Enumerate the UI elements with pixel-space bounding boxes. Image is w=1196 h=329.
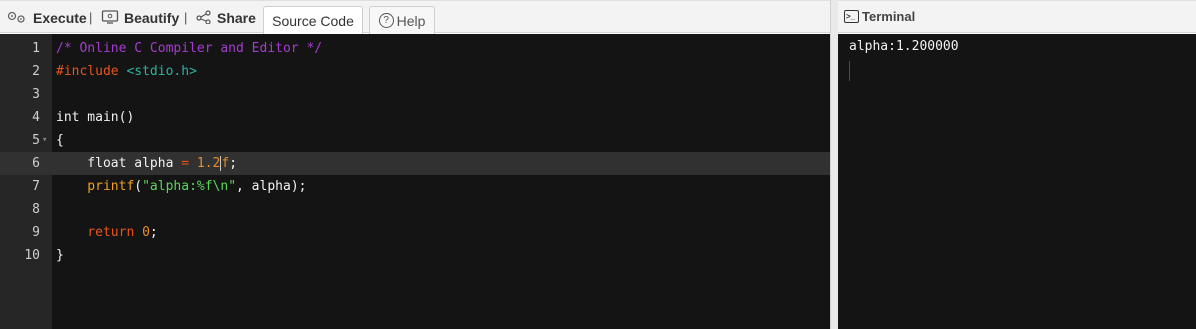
line-number: 1 [32, 41, 40, 56]
line-number: 3 [32, 87, 40, 102]
code-text: printf("alpha:%f\n", alpha); [56, 175, 306, 198]
code-text: /* Online C Compiler and Editor */ [56, 37, 322, 60]
code-token: <stdio.h> [126, 64, 197, 79]
pane-splitter[interactable] [830, 0, 838, 329]
code-token: , alpha); [236, 179, 307, 194]
terminal-caret [849, 61, 850, 81]
code-text: int main() [56, 106, 134, 129]
toolbar-separator: | [89, 10, 93, 25]
toolbar-separator: | [184, 10, 188, 25]
terminal-icon: >_ [844, 10, 859, 23]
code-line[interactable]: 1 /* Online C Compiler and Editor */ [0, 37, 830, 60]
share-button[interactable]: Share [196, 8, 256, 28]
terminal-header: >_ Terminal [838, 0, 1196, 33]
terminal-pane: >_ Terminal alpha:1.200000 [838, 0, 1196, 329]
tab-help-label: Help [396, 12, 426, 29]
code-text: float alpha = 1.2f; [56, 152, 237, 175]
code-line[interactable]: 2 #include <stdio.h> [0, 60, 830, 83]
code-token: ; [149, 225, 158, 240]
code-token: = [181, 156, 190, 171]
app-window: Execute | Beautify | Share Source Code ? [0, 0, 1196, 329]
code-token: int main() [56, 110, 135, 125]
code-token: ; [229, 156, 238, 171]
code-token: return [56, 225, 143, 240]
code-line[interactable]: 3 [0, 83, 830, 106]
code-text: { [56, 129, 64, 152]
code-line[interactable]: 9 return 0; [0, 221, 830, 244]
code-token: /* Online C Compiler and Editor */ [56, 41, 323, 56]
monitor-icon [101, 9, 119, 27]
execute-button[interactable]: Execute [6, 8, 87, 28]
code-token: float alpha [56, 156, 182, 171]
code-line[interactable]: 6 float alpha = 1.2f; [0, 152, 830, 175]
code-token: ( [134, 179, 143, 194]
code-token: printf [56, 179, 135, 194]
line-number: 8 [32, 202, 40, 217]
editor-pane: Execute | Beautify | Share Source Code ? [0, 0, 830, 329]
code-token: { [56, 133, 64, 148]
code-text: } [56, 244, 64, 267]
line-number: 7 [32, 179, 40, 194]
beautify-button[interactable]: Beautify [101, 8, 179, 28]
share-icon [196, 9, 212, 27]
line-number: 4 [32, 110, 40, 125]
line-number: 9 [32, 225, 40, 240]
code-token: "alpha:%f\n" [142, 179, 237, 194]
code-line[interactable]: 8 [0, 198, 830, 221]
terminal-title: >_ Terminal [844, 9, 915, 24]
terminal-title-label: Terminal [862, 9, 916, 24]
line-number: 2 [32, 64, 40, 79]
tab-source-code-label: Source Code [272, 13, 354, 29]
code-line[interactable]: 7 printf("alpha:%f\n", alpha); [0, 175, 830, 198]
code-text: return 0; [56, 221, 158, 244]
terminal-output-area[interactable]: alpha:1.200000 [838, 34, 1196, 329]
tab-help[interactable]: ? Help [369, 6, 435, 34]
help-circle-icon: ? [378, 13, 394, 28]
editor-toolbar: Execute | Beautify | Share Source Code ? [0, 0, 830, 35]
code-editor[interactable]: 1 /* Online C Compiler and Editor */ 2 #inc… [0, 34, 830, 329]
line-number: 6 [32, 156, 40, 171]
beautify-label: Beautify [124, 10, 180, 26]
code-line[interactable]: 5 ▾ { [0, 129, 830, 152]
terminal-output: alpha:1.200000 [849, 39, 959, 54]
tab-source-code[interactable]: Source Code [263, 6, 363, 35]
code-line[interactable]: 10} [0, 244, 830, 267]
code-line[interactable]: 4 int main() [0, 106, 830, 129]
code-token: 1.2 [189, 156, 221, 171]
code-token: } [56, 248, 64, 263]
gears-icon [6, 10, 28, 27]
line-number: 10 [24, 248, 40, 263]
code-token: 0 [142, 225, 150, 240]
share-label: Share [217, 10, 256, 26]
fold-arrow-icon[interactable]: ▾ [42, 129, 47, 152]
line-number: 5 [32, 133, 40, 148]
code-text: #include <stdio.h> [56, 60, 197, 83]
code-token: #include [56, 64, 127, 79]
execute-label: Execute [33, 10, 87, 26]
